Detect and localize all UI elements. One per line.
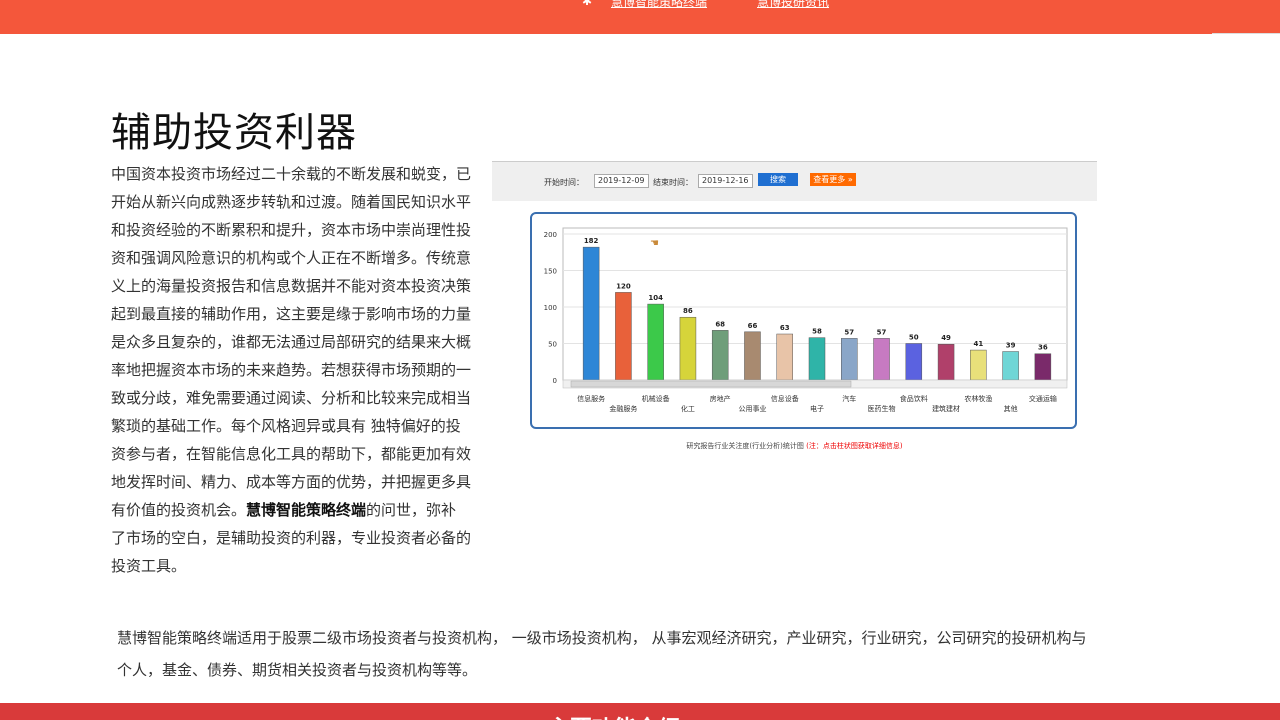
- bar[interactable]: [711, 330, 729, 381]
- data-label: 66: [748, 322, 758, 330]
- chart-caption: 研究报告行业关注度(行业分析)统计图 (注：点击柱状图获取详细信息): [492, 441, 1097, 451]
- x-tick-label: 交通运输: [1029, 394, 1057, 403]
- bar[interactable]: [647, 303, 664, 381]
- bar[interactable]: [776, 333, 793, 381]
- chart-caption-text: 研究报告行业关注度(行业分析)统计图: [686, 442, 804, 450]
- x-tick-label: 金融服务: [609, 404, 637, 413]
- y-tick-label: 50: [548, 341, 557, 349]
- x-tick-label: 机械设备: [642, 394, 670, 403]
- x-tick-label: 房地产: [710, 394, 731, 403]
- data-label: 68: [715, 320, 725, 328]
- date-filter-toolbar: 开始时间： 2019-12-09 结束时间： 2019-12-16 搜索 查看更…: [492, 161, 1097, 201]
- bar[interactable]: [808, 337, 826, 381]
- data-label: 57: [877, 328, 887, 336]
- end-time-label: 结束时间：: [653, 178, 693, 187]
- data-label: 39: [1006, 342, 1016, 350]
- bar[interactable]: [905, 343, 923, 381]
- bar-chart[interactable]: 0 50 100 150 200 182 信息服务 120 金融服务 104 机械设备 86 化工 68 房…: [532, 214, 1075, 427]
- end-date-input[interactable]: 2019-12-16: [698, 174, 753, 188]
- nav-link-terminal[interactable]: 慧博智能策略终端: [611, 0, 707, 10]
- y-tick-label: 200: [544, 231, 557, 239]
- x-tick-label: 化工: [681, 404, 695, 413]
- terminal-screenshot: 开始时间： 2019-12-09 结束时间： 2019-12-16 搜索 查看更…: [492, 161, 1097, 461]
- y-tick-label: 150: [544, 268, 557, 276]
- bar[interactable]: [1002, 351, 1019, 381]
- bar[interactable]: [937, 343, 955, 381]
- data-label: 63: [780, 324, 790, 332]
- data-label: 36: [1038, 344, 1048, 352]
- bar[interactable]: [841, 338, 858, 381]
- nav-link-research[interactable]: 慧博投研资讯: [757, 0, 829, 10]
- scrollbar-thumb[interactable]: [570, 380, 852, 388]
- data-label: 41: [973, 340, 983, 348]
- bar[interactable]: [582, 246, 600, 381]
- top-nav-bar: ✱ 慧博智能策略终端 慧博投研资讯: [0, 0, 1280, 34]
- divider: [1212, 33, 1280, 34]
- data-label: 182: [584, 237, 599, 245]
- data-label: 50: [909, 334, 919, 342]
- bar[interactable]: [873, 338, 890, 381]
- data-label: 58: [812, 328, 822, 336]
- bar[interactable]: [679, 316, 697, 381]
- features-title: 主要功能介绍: [548, 711, 680, 720]
- bar[interactable]: [615, 292, 632, 381]
- x-tick-label: 建筑建材: [932, 404, 960, 413]
- chart-caption-note: (注：点击柱状图获取详细信息): [806, 442, 903, 450]
- intro-paragraph: 中国资本投资市场经过二十余载的不断发展和蜕变，已开始从新兴向成熟逐步转轨和过渡。…: [111, 160, 471, 580]
- x-tick-label: 公用事业: [738, 404, 766, 413]
- data-label: 49: [941, 334, 951, 342]
- x-tick-label: 信息设备: [771, 394, 799, 403]
- data-label: 86: [683, 307, 693, 315]
- x-tick-label: 汽车: [842, 394, 856, 403]
- view-more-button[interactable]: 查看更多 »: [810, 173, 856, 186]
- x-tick-label: 医药生物: [868, 404, 896, 413]
- data-label: 104: [648, 294, 663, 302]
- y-tick-label: 100: [544, 304, 557, 312]
- data-label: 120: [616, 282, 631, 290]
- bar[interactable]: [970, 349, 987, 381]
- hand-cursor-icon: ☚: [650, 238, 659, 249]
- intro-text: 中国资本投资市场经过二十余载的不断发展和蜕变，已开始从新兴向成熟逐步转轨和过渡。…: [111, 165, 472, 519]
- x-tick-label: 农林牧渔: [964, 394, 992, 403]
- x-tick-label: 信息服务: [577, 394, 605, 403]
- section-title: 辅助投资利器: [111, 110, 357, 156]
- features-banner: 主要功能介绍: [0, 703, 1280, 720]
- industry-attention-chart[interactable]: 0 50 100 150 200 182 信息服务 120 金融服务 104 机械设备 86 化工 68 房…: [530, 212, 1077, 429]
- x-tick-label: 其他: [1004, 404, 1018, 413]
- bulb-icon: ✱: [582, 0, 593, 8]
- start-time-label: 开始时间：: [544, 178, 584, 187]
- x-tick-label: 电子: [810, 404, 824, 413]
- y-tick-label: 0: [553, 377, 557, 385]
- x-tick-label: 食品饮料: [900, 394, 928, 403]
- bar[interactable]: [744, 331, 761, 381]
- start-date-input[interactable]: 2019-12-09: [594, 174, 649, 188]
- search-button[interactable]: 搜索: [758, 173, 798, 186]
- data-label: 57: [844, 328, 854, 336]
- product-name-highlight: 慧博智能策略终端: [246, 501, 367, 519]
- bar[interactable]: [1034, 353, 1052, 381]
- target-users-paragraph: 慧博智能策略终端适用于股票二级市场投资者与投资机构， 一级市场投资机构， 从事宏…: [117, 629, 1087, 679]
